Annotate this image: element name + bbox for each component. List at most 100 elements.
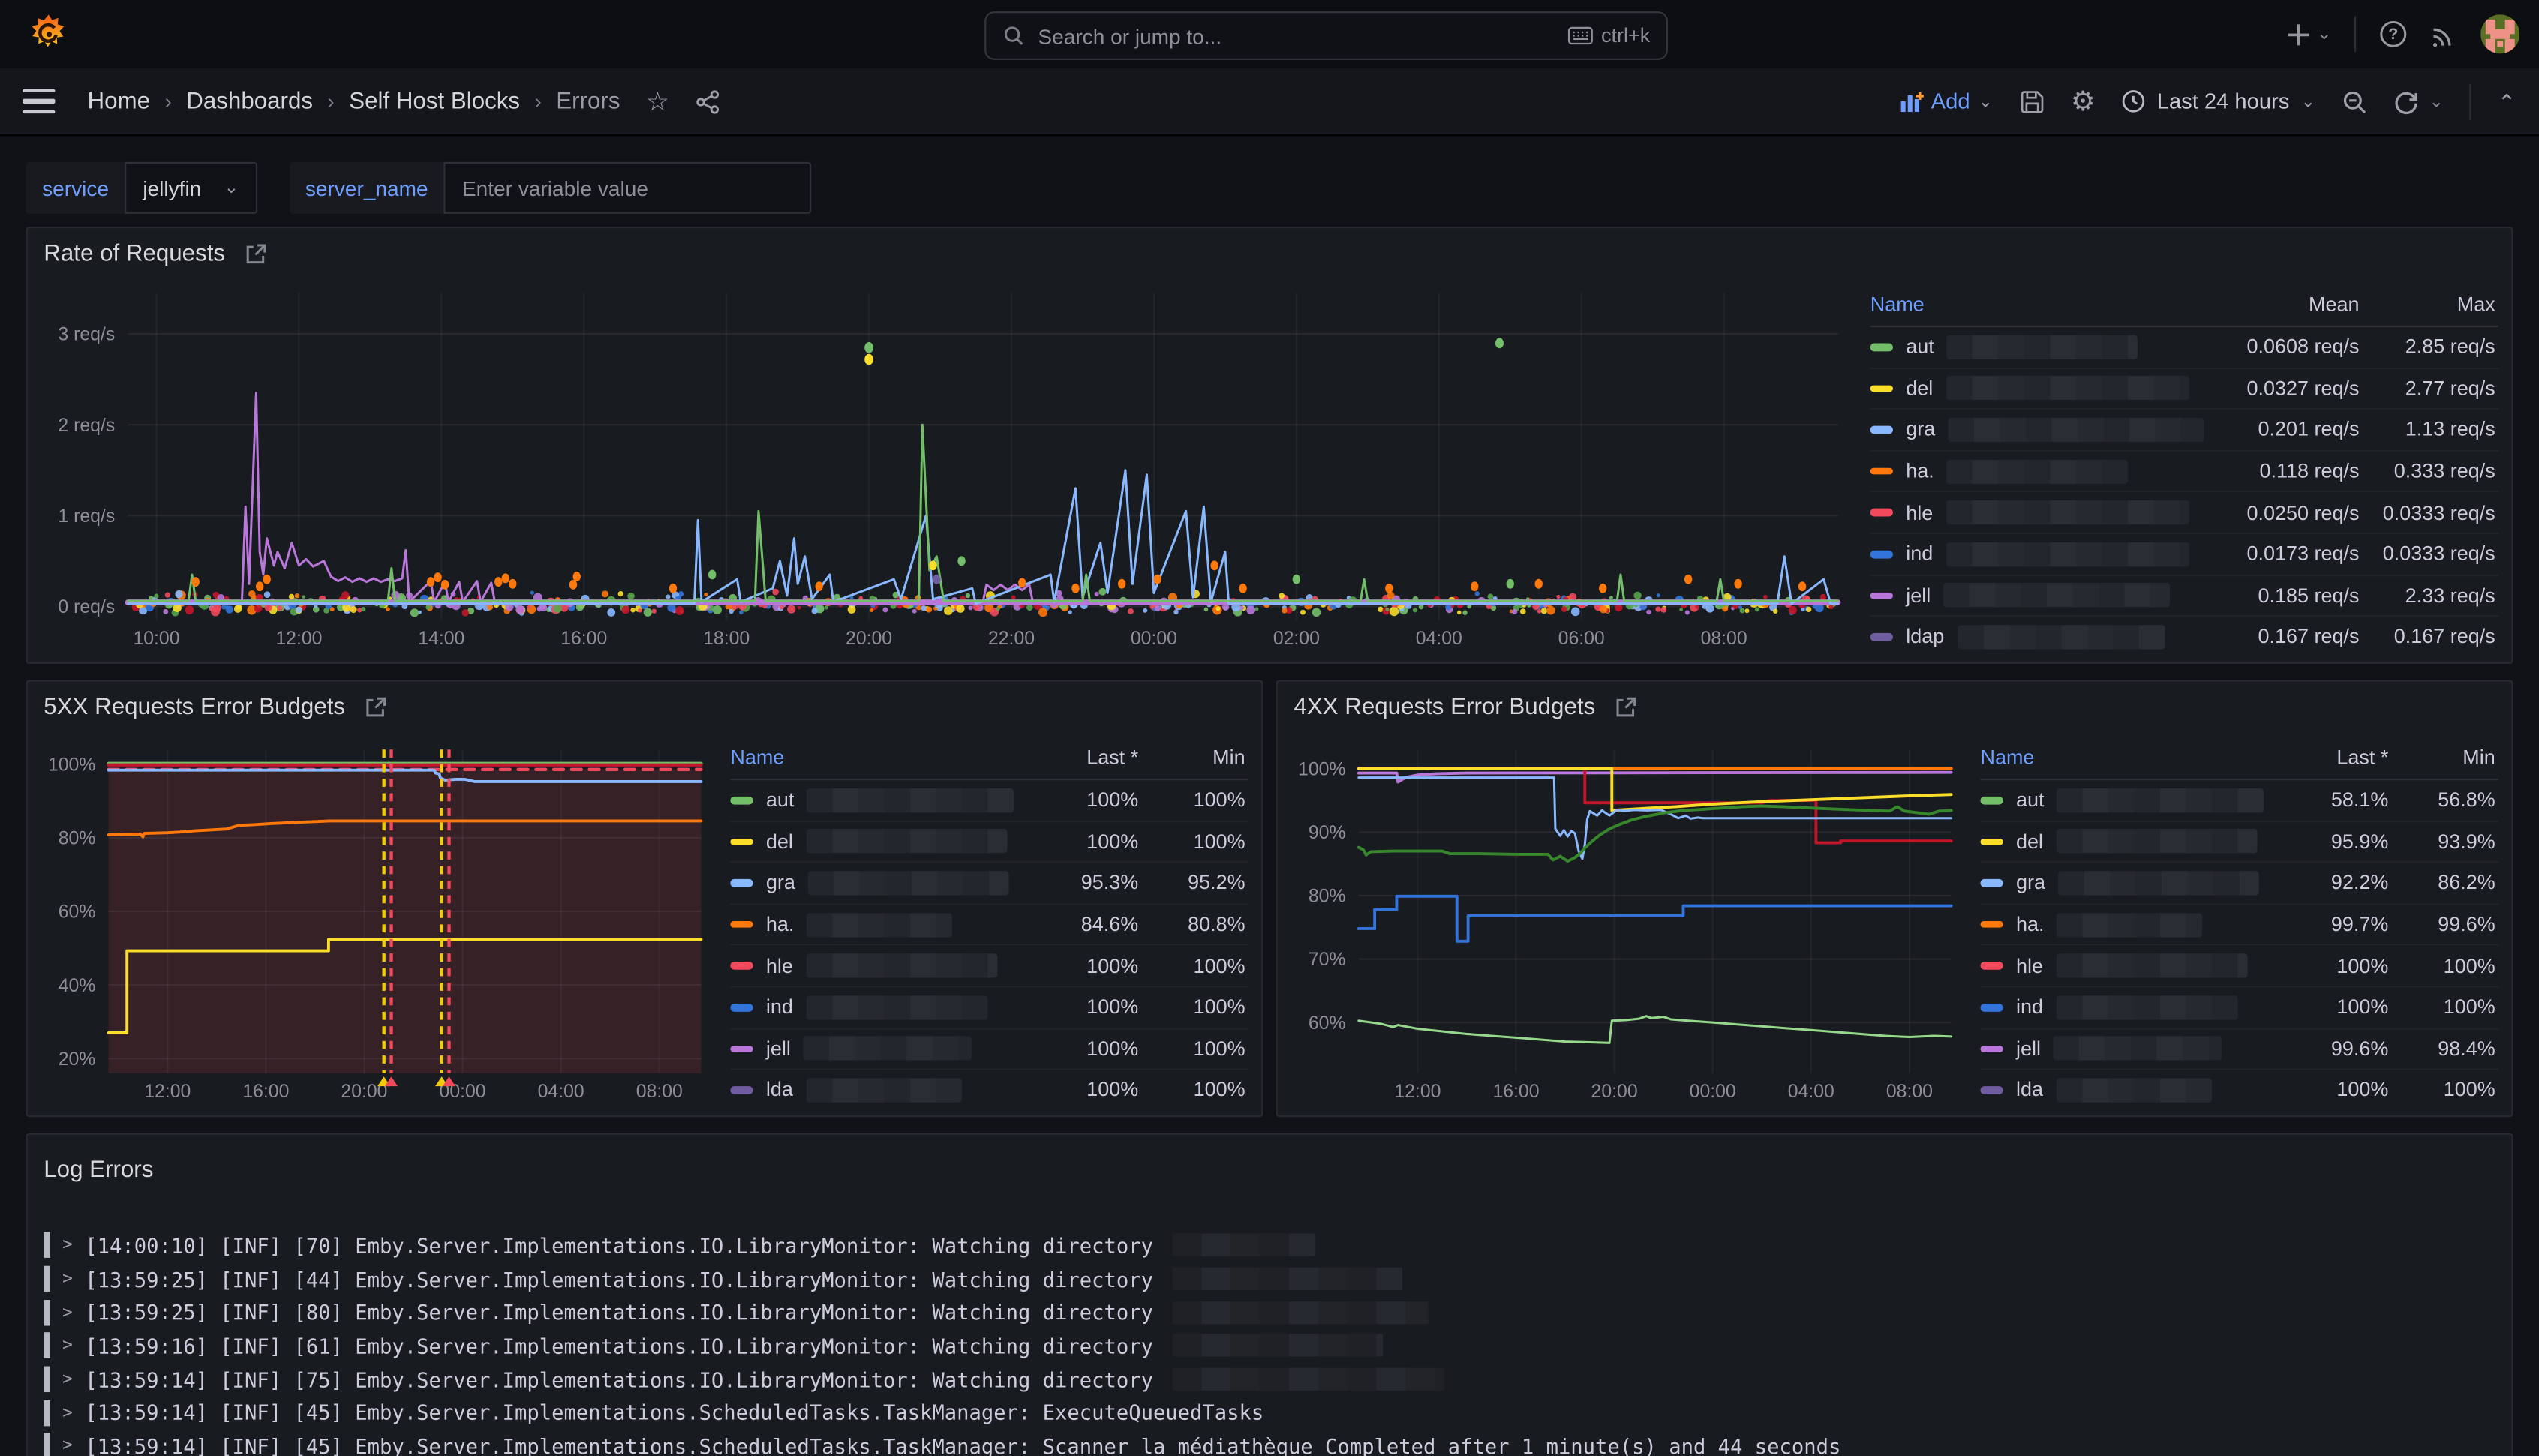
legend-series-name[interactable]: hle <box>1980 954 2275 978</box>
log-row[interactable]: >[13:59:14] [INF] [45] Emby.Server.Imple… <box>44 1396 2495 1430</box>
svg-text:80%: 80% <box>1309 887 1346 907</box>
svg-text:90%: 90% <box>1309 823 1346 843</box>
svg-text:80%: 80% <box>59 829 96 849</box>
legend-col-1[interactable]: Mean <box>2207 293 2363 316</box>
legend-col-name[interactable]: Name <box>1980 746 2275 769</box>
breadcrumb-folder[interactable]: Self Host Blocks <box>349 89 520 115</box>
legend-value-1: 99.7% <box>2275 913 2391 935</box>
svg-text:20:00: 20:00 <box>846 629 892 649</box>
err4xx-chart[interactable]: 60%70%80%90%100%12:0016:0020:0000:0004:0… <box>1291 737 1964 1109</box>
panel-title[interactable]: Rate of Requests <box>44 242 225 268</box>
legend-series-name[interactable]: aut <box>730 788 1025 812</box>
legend-col-2[interactable]: Min <box>1142 746 1248 769</box>
search-input[interactable]: Search or jump to... ctrl+k <box>984 11 1668 60</box>
legend-series-name[interactable]: ha. <box>1980 912 2275 936</box>
zoom-out-icon[interactable] <box>2342 89 2368 115</box>
legend-row: hle100%100% <box>730 946 1248 987</box>
panel-title[interactable]: 5XX Requests Error Budgets <box>44 695 345 721</box>
news-rss-icon[interactable] <box>2430 20 2458 48</box>
user-avatar[interactable] <box>2480 14 2519 53</box>
legend-series-name[interactable]: ind <box>730 995 1025 1019</box>
legend-series-name[interactable]: jell <box>730 1037 1025 1061</box>
legend-series-name[interactable]: lda <box>1980 1078 2275 1102</box>
grafana-logo-icon[interactable] <box>28 13 70 55</box>
add-panel-button[interactable]: Add ⌄ <box>1899 89 1994 113</box>
external-link-icon[interactable] <box>1615 696 1637 719</box>
legend-series-name[interactable]: aut <box>1980 788 2275 812</box>
legend-series-name[interactable]: hle <box>730 954 1025 978</box>
legend-series-name[interactable]: del <box>1870 377 2207 401</box>
log-level-bar <box>44 1299 50 1325</box>
variable-input-server-name[interactable]: Enter variable value <box>444 162 812 214</box>
expand-chevron-icon[interactable]: > <box>62 1436 85 1456</box>
expand-chevron-icon[interactable]: > <box>62 1370 85 1389</box>
legend-col-2[interactable]: Max <box>2363 293 2498 316</box>
expand-chevron-icon[interactable]: > <box>62 1303 85 1322</box>
series-color-pill <box>730 1045 753 1052</box>
svg-text:18:00: 18:00 <box>703 629 750 649</box>
legend-series-name[interactable]: del <box>1980 830 2275 854</box>
breadcrumb-dashboards[interactable]: Dashboards <box>186 89 313 115</box>
legend-series-name[interactable]: gra <box>1980 871 2275 895</box>
log-row[interactable]: >[13:59:14] [INF] [75] Emby.Server.Imple… <box>44 1363 2495 1397</box>
legend-series-name[interactable]: jell <box>1980 1037 2275 1061</box>
err5xx-chart[interactable]: 20%40%60%80%100%12:0016:0020:0000:0004:0… <box>41 737 714 1109</box>
panel-title[interactable]: 4XX Requests Error Budgets <box>1294 695 1595 721</box>
legend-col-name[interactable]: Name <box>730 746 1025 769</box>
help-icon[interactable]: ? <box>2378 20 2408 49</box>
new-plus-button[interactable]: ⌄ <box>2286 22 2332 46</box>
log-text: [13:59:16] [INF] [61] Emby.Server.Implem… <box>85 1334 1165 1358</box>
legend-col-1[interactable]: Last * <box>2275 746 2391 769</box>
legend-row: ind0.0173 req/s0.0333 req/s <box>1870 534 2498 575</box>
log-row[interactable]: >[13:59:16] [INF] [61] Emby.Server.Imple… <box>44 1329 2495 1363</box>
legend-value-1: 0.0327 req/s <box>2207 377 2363 400</box>
legend-series-name[interactable]: ha. <box>1870 459 2207 483</box>
svg-text:02:00: 02:00 <box>1273 629 1320 649</box>
legend-series-name[interactable]: lda <box>730 1078 1025 1102</box>
legend-col-2[interactable]: Min <box>2392 746 2498 769</box>
share-icon[interactable] <box>696 89 722 115</box>
log-level-bar <box>44 1400 50 1426</box>
legend-row: ind100%100% <box>1980 987 2498 1028</box>
legend-row: gra92.2%86.2% <box>1980 863 2498 905</box>
log-row[interactable]: >[13:59:25] [INF] [44] Emby.Server.Imple… <box>44 1262 2495 1296</box>
expand-chevron-icon[interactable]: > <box>62 1235 85 1255</box>
breadcrumb-home[interactable]: Home <box>88 89 150 115</box>
save-dashboard-button[interactable] <box>2019 89 2045 115</box>
menu-toggle-icon[interactable] <box>23 89 55 113</box>
legend-series-name[interactable]: gra <box>1870 418 2207 442</box>
legend-series-name[interactable]: aut <box>1870 335 2207 359</box>
expand-chevron-icon[interactable]: > <box>62 1403 85 1423</box>
log-row[interactable]: >[13:59:25] [INF] [80] Emby.Server.Imple… <box>44 1295 2495 1329</box>
legend-series-name[interactable]: ind <box>1980 995 2275 1019</box>
legend-series-name[interactable]: del <box>730 830 1025 854</box>
series-color-pill <box>1980 921 2003 929</box>
log-row[interactable]: >[14:00:10] [INF] [70] Emby.Server.Imple… <box>44 1229 2495 1262</box>
variable-select-service[interactable]: jellyfin ⌄ <box>125 162 257 214</box>
expand-chevron-icon[interactable]: > <box>62 1269 85 1289</box>
dashboard-settings-gear-icon[interactable]: ⚙ <box>2071 85 2096 117</box>
external-link-icon[interactable] <box>245 243 267 266</box>
expand-chevron-icon[interactable]: > <box>62 1336 85 1355</box>
legend-series-name[interactable]: gra <box>730 871 1025 895</box>
legend-col-1[interactable]: Last * <box>1025 746 1141 769</box>
legend-value-2: 2.77 req/s <box>2363 377 2498 400</box>
refresh-button[interactable]: ⌄ <box>2393 89 2444 115</box>
collapse-chevron-up-icon[interactable]: ⌃ <box>2498 95 2516 107</box>
legend-series-name[interactable]: ind <box>1870 542 2207 566</box>
log-row[interactable]: >[13:59:14] [INF] [45] Emby.Server.Imple… <box>44 1430 2495 1456</box>
svg-text:10:00: 10:00 <box>133 629 179 649</box>
legend-series-name[interactable]: hle <box>1870 500 2207 524</box>
favorite-star-icon[interactable]: ☆ <box>646 85 669 117</box>
time-range-picker[interactable]: Last 24 hours ⌄ <box>2121 89 2315 113</box>
legend-value-1: 100% <box>2275 996 2391 1019</box>
rate-legend: NameMeanMaxaut0.0608 req/s2.85 req/sdel0… <box>1854 284 2498 656</box>
legend-col-name[interactable]: Name <box>1870 293 2207 316</box>
legend-row: gra95.3%95.2% <box>730 863 1248 905</box>
legend-series-name[interactable]: ha. <box>730 912 1025 936</box>
rate-chart[interactable]: 0 req/s1 req/s2 req/s3 req/s10:0012:0014… <box>41 284 1854 656</box>
external-link-icon[interactable] <box>365 696 387 719</box>
legend-series-name[interactable]: jell <box>1870 584 2207 608</box>
legend-series-name[interactable]: ldap <box>1870 625 2207 649</box>
variable-label-server-name: server_name <box>289 162 444 214</box>
